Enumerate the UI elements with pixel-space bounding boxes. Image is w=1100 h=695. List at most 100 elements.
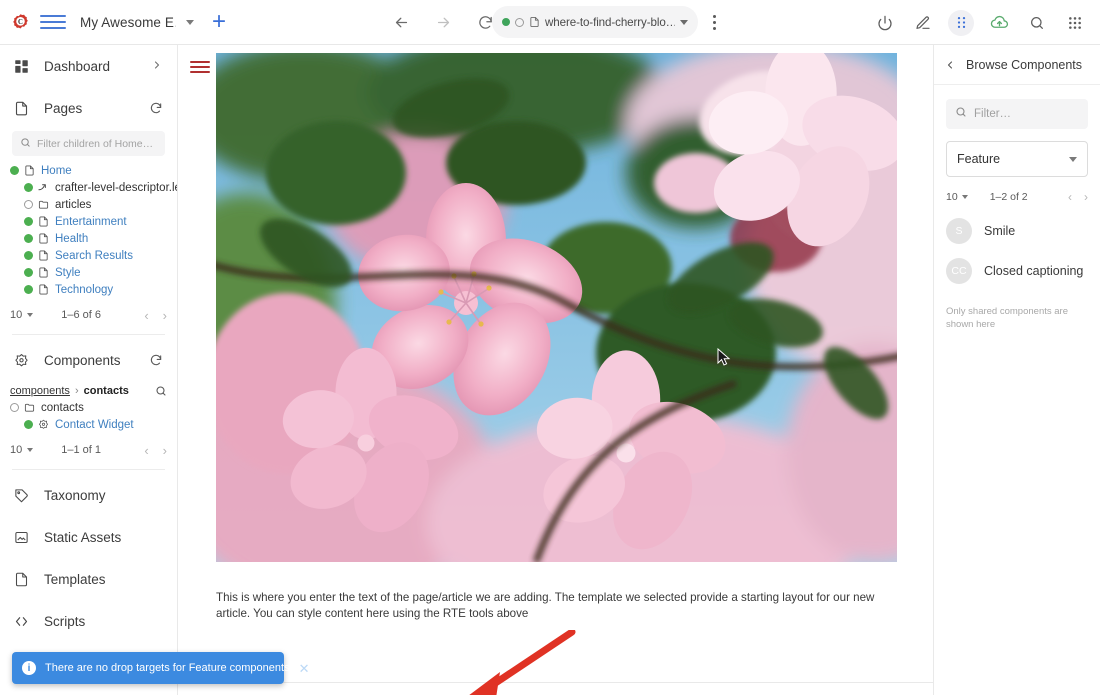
refresh-icon[interactable] bbox=[149, 101, 163, 115]
close-icon[interactable]: ✕ bbox=[299, 662, 310, 675]
status-dot bbox=[10, 166, 19, 175]
tree-item-label: Technology bbox=[55, 283, 114, 296]
component-tree-item[interactable]: contacts bbox=[0, 399, 177, 416]
components-pager: 10 1–1 of 1 ‹ › bbox=[0, 435, 177, 465]
component-tree-item[interactable]: Contact Widget bbox=[0, 416, 177, 433]
chevron-right-icon[interactable]: › bbox=[1084, 190, 1088, 204]
component-range-label: 1–2 of 2 bbox=[989, 191, 1028, 203]
site-name-label: My Awesome E… bbox=[80, 14, 176, 30]
pages-filter-placeholder: Filter children of Home… bbox=[37, 137, 154, 150]
url-bar[interactable]: where-to-find-cherry-blo… bbox=[492, 6, 698, 38]
sidebar-item-label: Scripts bbox=[44, 613, 86, 629]
chevron-left-icon[interactable]: ‹ bbox=[1068, 190, 1072, 204]
tree-item-health[interactable]: Health bbox=[0, 230, 177, 247]
hamburger-menu-icon[interactable] bbox=[40, 9, 66, 35]
pencil-edit-icon[interactable] bbox=[910, 10, 936, 36]
tree-item-technology[interactable]: Technology bbox=[0, 281, 177, 298]
chevron-left-icon[interactable]: ‹ bbox=[144, 308, 148, 323]
chevron-down-icon bbox=[27, 448, 34, 452]
drag-handle-icon[interactable] bbox=[190, 61, 210, 73]
chevron-down-icon bbox=[27, 313, 34, 317]
sidebar-item-templates[interactable]: Templates bbox=[0, 558, 177, 600]
search-icon bbox=[20, 135, 31, 153]
breadcrumb-root[interactable]: components bbox=[10, 385, 70, 397]
arrow-right-icon[interactable] bbox=[432, 12, 454, 34]
pages-filter-input[interactable]: Filter children of Home… bbox=[12, 131, 165, 156]
cloud-publish-icon[interactable] bbox=[986, 10, 1012, 36]
page-icon bbox=[24, 165, 37, 176]
power-icon[interactable] bbox=[872, 10, 898, 36]
page-doc-icon bbox=[530, 16, 539, 28]
chevron-down-icon[interactable] bbox=[680, 19, 688, 25]
toast-message: There are no drop targets for Feature co… bbox=[45, 662, 290, 674]
page-icon bbox=[38, 233, 51, 244]
page-icon bbox=[38, 267, 51, 278]
chevron-left-icon[interactable]: ‹ bbox=[144, 443, 148, 458]
component-filter-input[interactable]: Filter… bbox=[946, 99, 1088, 129]
plus-icon[interactable]: + bbox=[212, 10, 226, 34]
page-canvas: This is where you enter the text of the … bbox=[178, 45, 934, 695]
chevron-right-icon[interactable]: › bbox=[163, 308, 167, 323]
components-rows-select[interactable]: 10 bbox=[10, 444, 34, 456]
sidebar-item-static-assets[interactable]: Static Assets bbox=[0, 516, 177, 558]
status-dot bbox=[24, 234, 33, 243]
tree-item-label: contacts bbox=[41, 401, 84, 414]
file-icon bbox=[14, 572, 36, 587]
pages-range-label: 1–6 of 6 bbox=[61, 309, 102, 321]
crafter-gear-logo[interactable]: C bbox=[0, 13, 40, 32]
browse-components-panel: Browse Components Filter… Feature 10 1–2… bbox=[934, 45, 1100, 695]
status-dot bbox=[24, 251, 33, 260]
tree-item-label: Contact Widget bbox=[55, 418, 134, 431]
dots-grid-icon[interactable] bbox=[948, 9, 974, 36]
tree-item-articles[interactable]: articles bbox=[0, 196, 177, 213]
svg-text:C: C bbox=[18, 19, 23, 26]
sidebar-item-dashboard[interactable]: Dashboard bbox=[0, 45, 177, 87]
components-tree: contacts Contact Widget bbox=[0, 399, 177, 435]
tree-item-crafter-level-descriptor-level[interactable]: crafter-level-descriptor.level… bbox=[0, 179, 177, 196]
chevron-down-icon bbox=[961, 195, 968, 199]
article-body-text[interactable]: This is where you enter the text of the … bbox=[216, 590, 884, 622]
tree-item-style[interactable]: Style bbox=[0, 264, 177, 281]
tree-item-home[interactable]: Home bbox=[0, 162, 177, 179]
refresh-icon[interactable] bbox=[149, 353, 163, 367]
apps-grid-icon[interactable] bbox=[1062, 10, 1088, 36]
component-list-item[interactable]: CC Closed captioning bbox=[934, 251, 1100, 291]
sidebar-item-scripts[interactable]: Scripts bbox=[0, 600, 177, 642]
tree-item-entertainment[interactable]: Entertainment bbox=[0, 213, 177, 230]
chevron-down-icon[interactable] bbox=[186, 19, 194, 25]
breadcrumb-separator: › bbox=[74, 385, 79, 397]
search-icon bbox=[955, 105, 967, 123]
tree-item-label: Style bbox=[55, 266, 81, 279]
more-vertical-icon[interactable] bbox=[706, 12, 722, 32]
search-icon[interactable] bbox=[1024, 10, 1050, 36]
components-range-label: 1–1 of 1 bbox=[61, 444, 102, 456]
chevron-left-icon[interactable] bbox=[944, 59, 956, 71]
sidebar-item-taxonomy[interactable]: Taxonomy bbox=[0, 474, 177, 516]
tree-item-search-results[interactable]: Search Results bbox=[0, 247, 177, 264]
sidebar-item-components[interactable]: Components bbox=[0, 339, 177, 381]
tag-icon bbox=[14, 488, 36, 503]
tree-item-label: articles bbox=[55, 198, 92, 211]
component-gear-icon bbox=[38, 419, 51, 430]
chevron-right-icon[interactable]: › bbox=[163, 443, 167, 458]
code-brackets-icon bbox=[14, 614, 36, 629]
chevron-right-icon[interactable] bbox=[151, 58, 163, 74]
sidebar-item-pages[interactable]: Pages bbox=[0, 87, 177, 129]
cherry-blossom-photo[interactable] bbox=[216, 53, 897, 562]
component-pager: 10 1–2 of 2 ‹ › bbox=[934, 183, 1100, 211]
component-type-select[interactable]: Feature bbox=[946, 141, 1088, 177]
tree-item-label: crafter-level-descriptor.level… bbox=[55, 181, 177, 194]
search-icon[interactable] bbox=[155, 385, 167, 397]
component-list-item[interactable]: S Smile bbox=[934, 211, 1100, 251]
status-dot bbox=[24, 268, 33, 277]
tree-item-label: Health bbox=[55, 232, 89, 245]
dashboard-grid-icon bbox=[14, 59, 36, 74]
arrow-left-icon[interactable] bbox=[390, 12, 412, 34]
divider bbox=[12, 334, 165, 335]
pages-rows-select[interactable]: 10 bbox=[10, 309, 34, 321]
folder-icon bbox=[24, 402, 37, 413]
component-rows-select[interactable]: 10 bbox=[946, 191, 968, 203]
avatar: S bbox=[946, 218, 972, 244]
component-list: S Smile CC Closed captioning bbox=[934, 211, 1100, 291]
component-gear-icon bbox=[14, 353, 36, 368]
